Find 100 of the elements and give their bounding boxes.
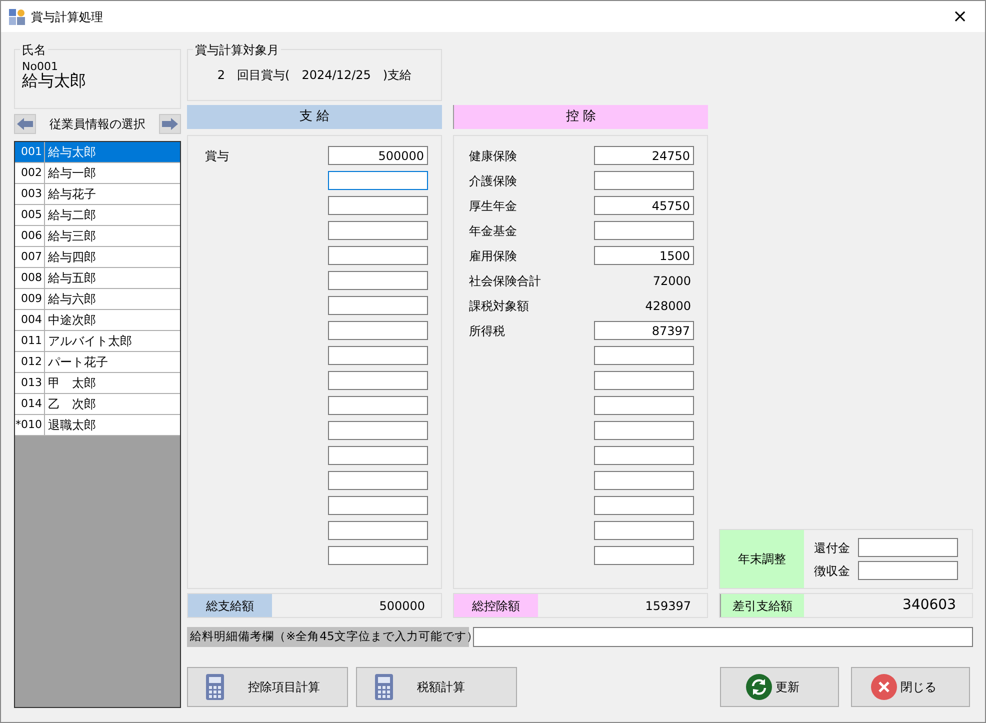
deduction-label: 健康保険 — [469, 148, 517, 164]
input-field[interactable] — [594, 496, 694, 515]
employee-row[interactable]: 008 給与五郎 — [15, 268, 180, 289]
employee-name: 給与一郎 — [47, 165, 96, 182]
employee-name: 給与四郎 — [47, 249, 96, 266]
employee-row[interactable]: 001 給与太郎 — [15, 142, 180, 163]
input-field[interactable] — [594, 446, 694, 465]
employee-row[interactable]: 004 中途次郎 — [15, 310, 180, 331]
employee-row[interactable]: 014 乙 次郎 — [15, 394, 180, 415]
deduction-amount: 72000 — [652, 272, 692, 290]
input-field[interactable] — [594, 421, 694, 440]
employee-row[interactable]: 002 給与一郎 — [15, 163, 180, 184]
input-field[interactable] — [328, 421, 428, 440]
deduction-label: 厚生年金 — [469, 198, 517, 214]
period-text: 2 回目賞与( 2024/12/25 )支給 — [217, 67, 412, 84]
input-field[interactable] — [328, 271, 428, 290]
action-button[interactable]: 控除項目計算 — [187, 667, 348, 707]
employee-name: 給与花子 — [47, 186, 96, 203]
refresh-icon — [746, 674, 772, 700]
deduction-label: 所得税 — [469, 322, 505, 340]
employee-code: *010 — [15, 415, 45, 435]
action-button[interactable]: 税額計算 — [356, 667, 517, 707]
employee-code: 005 — [15, 205, 45, 225]
deduction-label: 雇用保険 — [469, 248, 517, 264]
employee-code: 011 — [15, 331, 45, 351]
input-field[interactable] — [594, 371, 694, 390]
input-field[interactable]: 1500 — [594, 246, 694, 265]
input-field[interactable] — [328, 546, 428, 565]
employee-number: No001 — [22, 61, 58, 72]
input-field[interactable] — [594, 346, 694, 365]
employee-row[interactable]: *010 退職太郎 — [15, 415, 180, 436]
previous-button[interactable] — [14, 114, 36, 134]
year-end-label: 年末調整 — [720, 530, 804, 588]
employee-row[interactable]: 007 給与四郎 — [15, 247, 180, 268]
input-field[interactable] — [328, 396, 428, 415]
group-title: 賞与計算対象月 — [193, 41, 281, 59]
year-end-field-label: 徴収金 — [814, 562, 850, 580]
next-button[interactable] — [159, 114, 181, 134]
total-amount: 159397 — [644, 598, 692, 614]
employee-name: 乙 次郎 — [47, 396, 96, 413]
input-field[interactable] — [594, 171, 694, 190]
employee-code: 012 — [15, 352, 45, 372]
employee-row[interactable]: 013 甲 太郎 — [15, 373, 180, 394]
employee-name: 給与太郎 — [47, 144, 96, 161]
employee-row[interactable]: 012 パート花子 — [15, 352, 180, 373]
employee-row[interactable]: 006 給与三郎 — [15, 226, 180, 247]
input-field[interactable] — [594, 221, 694, 240]
input-field[interactable]: 24750 — [594, 146, 694, 165]
employee-code: 014 — [15, 394, 45, 414]
input-field[interactable] — [594, 546, 694, 565]
input-field[interactable] — [328, 496, 428, 515]
employee-code: 009 — [15, 289, 45, 309]
employee-row[interactable]: 003 給与花子 — [15, 184, 180, 205]
employee-name: 給与五郎 — [47, 270, 96, 287]
deduction-label: 介護保険 — [469, 172, 517, 190]
input-field[interactable] — [328, 246, 428, 265]
input-field[interactable] — [858, 561, 958, 580]
input-field[interactable] — [328, 521, 428, 540]
employee-row[interactable]: 009 給与六郎 — [15, 289, 180, 310]
action-button[interactable]: 閉じる — [851, 667, 970, 707]
section-header: 支 給 — [187, 105, 442, 129]
input-field[interactable] — [328, 371, 428, 390]
employee-row[interactable]: 005 給与二郎 — [15, 205, 180, 226]
close-icon — [870, 674, 896, 700]
employee-name: 給与二郎 — [47, 207, 96, 224]
net-pay-amount: 340603 — [902, 596, 957, 615]
employee-code: 013 — [15, 373, 45, 393]
employee-code: 007 — [15, 247, 45, 267]
employee-name: 甲 太郎 — [47, 375, 96, 392]
remarks-label: 給料明細備考欄（※全角45文字位まで入力可能です） — [187, 627, 469, 647]
input-field[interactable] — [594, 521, 694, 540]
net-pay-label: 差引支給額 — [720, 594, 804, 617]
input-field[interactable] — [594, 471, 694, 490]
left-arrow-icon — [17, 118, 33, 130]
employee-name: 給与太郎 — [22, 72, 87, 90]
input-field[interactable] — [328, 171, 428, 190]
employee-name: パート花子 — [47, 354, 108, 371]
input-field[interactable] — [328, 221, 428, 240]
input-field[interactable] — [328, 471, 428, 490]
input-field[interactable] — [594, 396, 694, 415]
input-field[interactable] — [328, 196, 428, 215]
input-field[interactable] — [328, 296, 428, 315]
input-field[interactable]: 500000 — [328, 146, 428, 165]
input-field[interactable] — [328, 446, 428, 465]
input-field[interactable]: 45750 — [594, 196, 694, 215]
total-label: 総支給額 — [188, 594, 272, 617]
employee-name: 中途次郎 — [47, 312, 96, 329]
close-button[interactable]: × — [945, 2, 975, 32]
employee-row[interactable]: 011 アルバイト太郎 — [15, 331, 180, 352]
employee-name: 退職太郎 — [47, 417, 96, 434]
input-field[interactable]: 87397 — [594, 321, 694, 340]
section-header: 控 除 — [453, 105, 708, 129]
input-field[interactable] — [858, 538, 958, 557]
deduction-amount: 428000 — [645, 298, 692, 314]
action-button[interactable]: 更新 — [720, 667, 839, 707]
remarks-field[interactable] — [473, 627, 973, 647]
employee-name: 給与六郎 — [47, 291, 96, 308]
input-field[interactable] — [328, 321, 428, 340]
input-field[interactable] — [328, 346, 428, 365]
total-amount: 500000 — [378, 598, 426, 614]
